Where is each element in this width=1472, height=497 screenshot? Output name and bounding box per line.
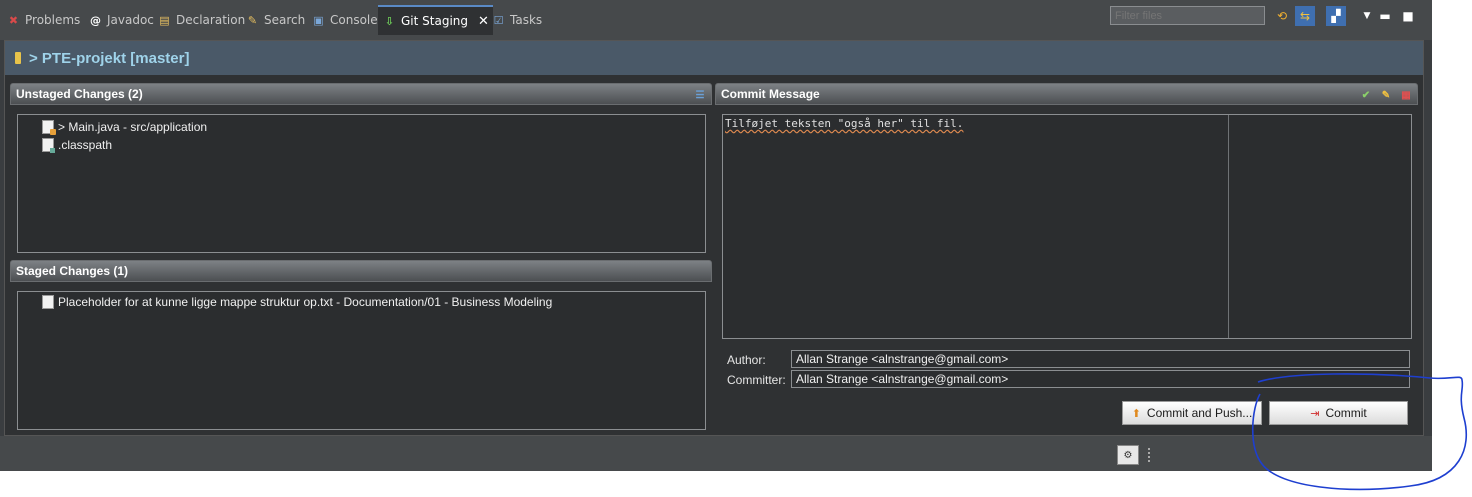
file-label: Placeholder for at kunne ligge mappe str… xyxy=(58,295,553,309)
tab-javadoc[interactable]: @ Javadoc xyxy=(84,6,158,34)
git-staging-view: > PTE-projekt [master] Unstaged Changes … xyxy=(4,40,1424,436)
repository-title: > PTE-projekt [master] xyxy=(29,49,190,67)
console-icon: ▣ xyxy=(313,13,324,27)
commit-icon: ⇥ xyxy=(1310,407,1320,420)
classpath-file-icon xyxy=(42,138,55,153)
text-file-icon xyxy=(42,295,54,309)
committer-label: Committer: xyxy=(727,373,786,387)
compare-icon[interactable]: ⇆ xyxy=(1295,6,1315,26)
maximize-icon[interactable]: ■ xyxy=(1398,6,1418,26)
repository-icon xyxy=(15,52,21,64)
staged-changes-header: Staged Changes (1) xyxy=(10,260,712,282)
status-tool-icon[interactable]: ⚙ xyxy=(1117,445,1139,465)
filter-files-input[interactable] xyxy=(1110,6,1265,25)
search-icon: ✎ xyxy=(247,13,258,27)
tab-tasks[interactable]: ☑ Tasks xyxy=(487,6,546,34)
commit-button[interactable]: ⇥ Commit xyxy=(1269,401,1408,425)
commit-message-divider xyxy=(1228,115,1229,338)
list-item[interactable]: > Main.java - src/application xyxy=(18,118,705,136)
list-item[interactable]: Placeholder for at kunne ligge mappe str… xyxy=(18,293,705,311)
tab-label: Tasks xyxy=(510,13,543,27)
unstaged-changes-title: Unstaged Changes (2) xyxy=(16,87,143,101)
staged-changes-title: Staged Changes (1) xyxy=(16,264,129,278)
change-id-icon[interactable]: ▦ xyxy=(1399,88,1413,102)
tab-label: Search xyxy=(264,13,306,27)
file-label: > Main.java - src/application xyxy=(58,120,208,134)
javadoc-icon: @ xyxy=(90,13,101,27)
unstaged-file-list: > Main.java - src/application .classpath xyxy=(17,114,706,253)
tab-git-staging[interactable]: ⇩ Git Staging ✕ xyxy=(378,5,493,35)
tab-label: Console xyxy=(330,13,378,27)
commit-message-text: Tilføjet teksten "også her" til fil. xyxy=(725,117,964,130)
repository-header: > PTE-projekt [master] xyxy=(5,41,1423,75)
git-staging-icon: ⇩ xyxy=(384,14,395,28)
push-icon: ⬆ xyxy=(1131,407,1141,420)
problems-icon: ✖ xyxy=(8,13,19,27)
staged-file-list: Placeholder for at kunne ligge mappe str… xyxy=(17,291,706,430)
refresh-icon[interactable]: ⟲ xyxy=(1272,6,1292,26)
sign-off-icon[interactable]: ✔ xyxy=(1359,88,1373,102)
commit-and-push-button[interactable]: ⬆ Commit and Push... xyxy=(1122,401,1262,425)
layout-icon[interactable]: ▞ xyxy=(1326,6,1346,26)
unstaged-changes-section: Unstaged Changes (2) ☰ > Main.java - src… xyxy=(10,83,712,255)
amend-icon[interactable]: ✎ xyxy=(1379,88,1393,102)
eclipse-window: ✖ Problems @ Javadoc ▤ Declaration ✎ Sea… xyxy=(0,0,1432,471)
tab-label: Git Staging xyxy=(401,14,469,28)
staged-changes-section: Staged Changes (1) Placeholder for at ku… xyxy=(10,260,712,432)
tab-label: Declaration xyxy=(176,13,246,27)
committer-field[interactable]: Allan Strange <alnstrange@gmail.com> xyxy=(791,370,1410,388)
declaration-icon: ▤ xyxy=(159,13,170,27)
tab-declaration[interactable]: ▤ Declaration xyxy=(153,6,249,34)
tasks-icon: ☑ xyxy=(493,13,504,27)
tab-console[interactable]: ▣ Console xyxy=(307,6,382,34)
tab-search[interactable]: ✎ Search xyxy=(241,6,309,34)
tab-label: Javadoc xyxy=(107,13,154,27)
status-grip xyxy=(1148,448,1150,462)
commit-message-header: Commit Message ✔ ✎ ▦ xyxy=(715,83,1418,105)
commit-message-section: Commit Message ✔ ✎ ▦ Tilføjet teksten "o… xyxy=(715,83,1418,433)
author-label: Author: xyxy=(727,353,766,367)
commit-message-textarea[interactable]: Tilføjet teksten "også her" til fil. xyxy=(722,114,1412,339)
presentation-icon[interactable]: ☰ xyxy=(693,88,707,102)
list-item[interactable]: .classpath xyxy=(18,136,705,154)
java-file-icon xyxy=(42,120,56,135)
commit-message-title: Commit Message xyxy=(721,87,820,101)
author-field[interactable]: Allan Strange <alnstrange@gmail.com> xyxy=(791,350,1410,368)
tab-label: Problems xyxy=(25,13,81,27)
tab-problems[interactable]: ✖ Problems xyxy=(2,6,84,34)
unstaged-changes-header: Unstaged Changes (2) ☰ xyxy=(10,83,712,105)
commit-label: Commit xyxy=(1325,406,1367,420)
file-label: .classpath xyxy=(58,138,113,152)
view-menu-icon[interactable]: ▼ xyxy=(1357,6,1377,26)
commit-and-push-label: Commit and Push... xyxy=(1146,406,1253,420)
view-tab-bar: ✖ Problems @ Javadoc ▤ Declaration ✎ Sea… xyxy=(0,0,1432,40)
minimize-icon[interactable]: ▬ xyxy=(1375,6,1395,26)
status-bar: ⚙ xyxy=(0,436,1432,471)
